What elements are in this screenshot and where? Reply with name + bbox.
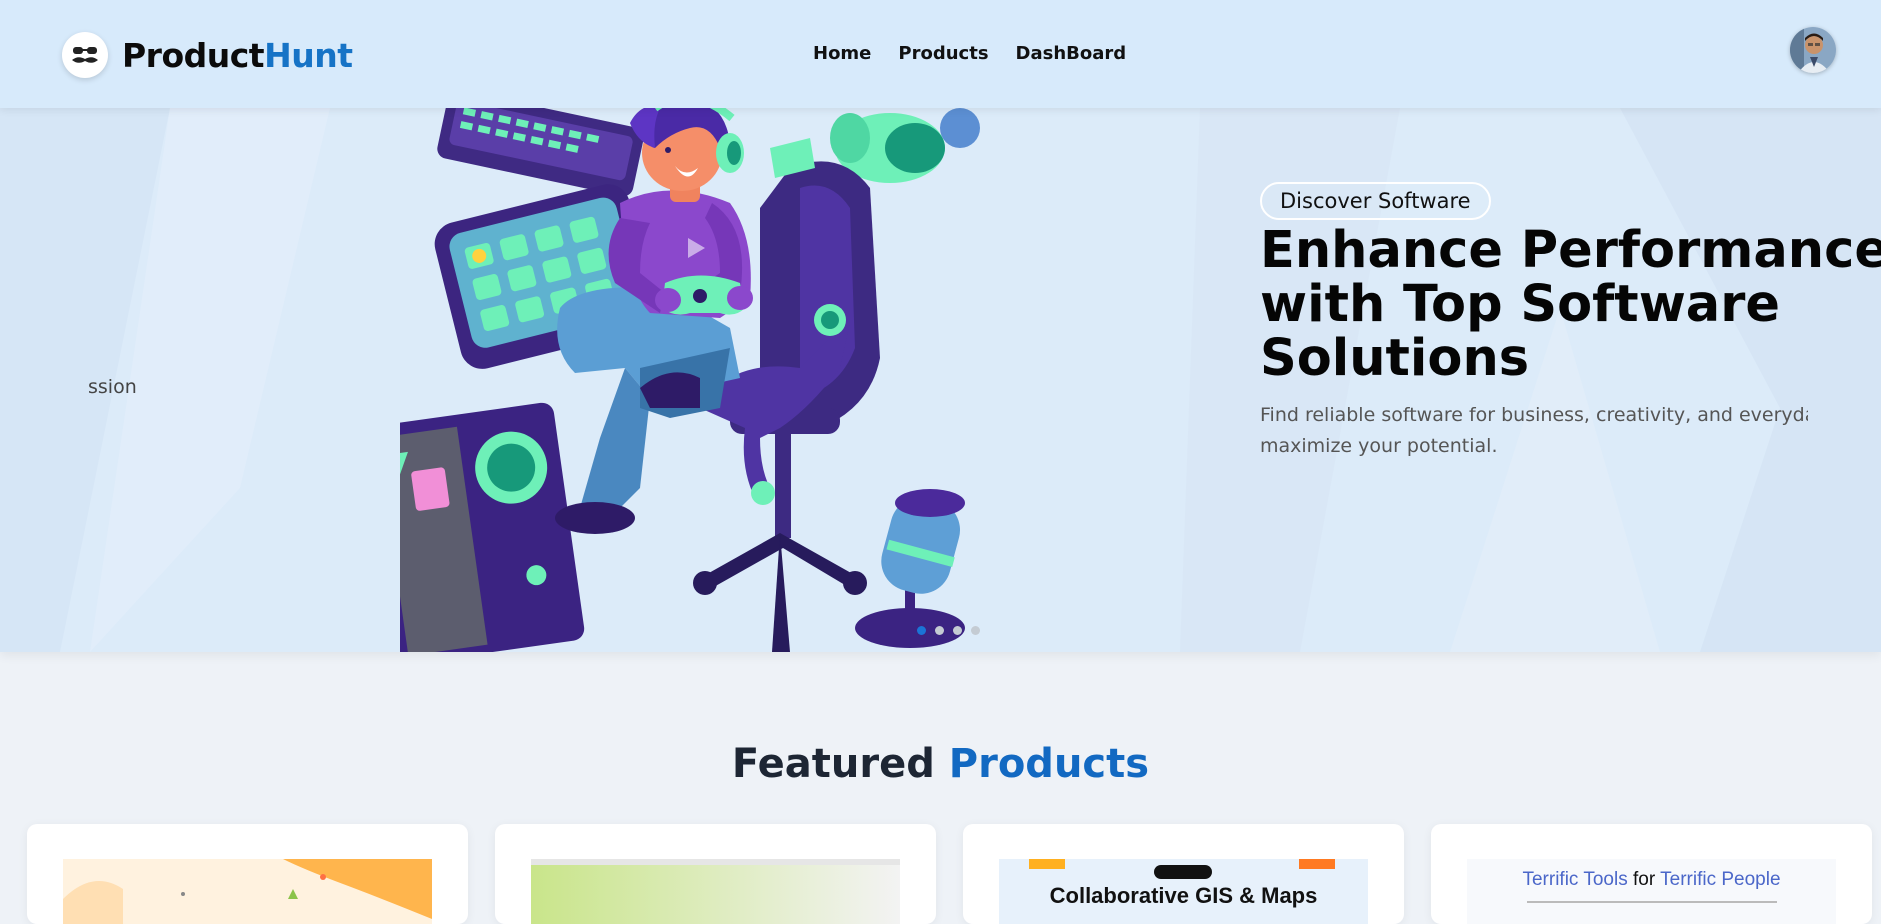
product-thumbnail-1 (63, 859, 432, 924)
previous-slide-text: ssion (88, 376, 137, 398)
product-thumb-4-part1: Terrific Tools (1522, 869, 1628, 890)
brand-name-part2: Hunt (264, 35, 353, 75)
carousel-dot-2[interactable] (935, 626, 944, 635)
hero-description-line-1: Find reliable software for business, cre… (1260, 404, 1808, 426)
product-thumbnail-2 (531, 859, 900, 924)
carousel-dots (917, 626, 980, 635)
nav-dashboard[interactable]: DashBoard (1016, 43, 1127, 64)
nav-products[interactable]: Products (898, 43, 988, 64)
product-card-2[interactable] (495, 824, 936, 924)
product-card-4[interactable]: Terrific Tools for Terrific People (1431, 824, 1872, 924)
carousel-dot-3[interactable] (953, 626, 962, 635)
brand[interactable]: ProductHunt (62, 32, 353, 78)
hero-carousel: ssion Discover Software Enhance Performa… (0, 108, 1881, 652)
hero-title: Enhance Performance with Top Software So… (1260, 221, 1881, 388)
hero-description-line-2: maximize your potential. (1260, 435, 1498, 457)
brand-name: ProductHunt (122, 35, 353, 75)
featured-heading-part1: Featured (731, 741, 935, 787)
featured-heading-part2: Products (948, 741, 1150, 787)
featured-products-heading: Featured Products (0, 741, 1881, 787)
brand-name-part1: Product (122, 35, 265, 75)
hero-title-line-3: Solutions (1260, 329, 1530, 388)
carousel-dot-4[interactable] (971, 626, 980, 635)
user-avatar[interactable] (1790, 27, 1836, 73)
gamer-illustration (400, 108, 980, 652)
hero-title-line-2: with Top Software (1260, 275, 1780, 334)
mustache-glasses-icon (62, 32, 108, 78)
nav-home[interactable]: Home (813, 43, 871, 64)
navbar: ProductHunt Home Products DashBoard (0, 0, 1881, 108)
hero-copy: Discover Software Enhance Performance wi… (1260, 182, 1881, 462)
product-thumbnail-4: Terrific Tools for Terrific People (1467, 859, 1836, 924)
hero-badge: Discover Software (1260, 182, 1491, 220)
product-card-3[interactable]: Collaborative GIS & Maps (963, 824, 1404, 924)
product-card-1[interactable] (27, 824, 468, 924)
product-thumb-title-3: Collaborative GIS & Maps (1049, 883, 1318, 908)
product-thumb-4-caption (1527, 901, 1777, 903)
product-thumb-title-4: Terrific Tools for Terrific People (1467, 869, 1836, 891)
hero-title-line-1: Enhance Performance (1260, 221, 1881, 280)
product-thumb-4-part3: Terrific People (1660, 869, 1781, 890)
hero-description: Find reliable software for business, cre… (1260, 400, 1808, 462)
carousel-dot-1[interactable] (917, 626, 926, 635)
product-thumbnail-3: Collaborative GIS & Maps (999, 859, 1368, 924)
product-thumb-4-part2: for (1633, 869, 1656, 890)
main-nav: Home Products DashBoard (813, 43, 1126, 64)
